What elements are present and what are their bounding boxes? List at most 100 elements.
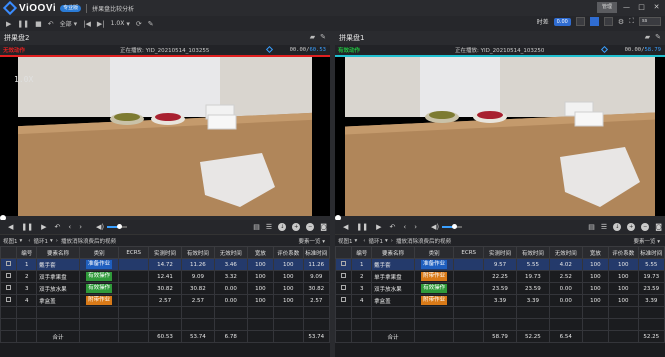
list-icon[interactable]: ☰ (601, 223, 607, 231)
row-checkbox-cell[interactable] (334, 294, 353, 307)
table-row[interactable]: 3 双手放水果 有效操作 30.82 30.82 0.00 100 100 30.82 (0, 282, 331, 295)
pause-all-icon[interactable]: ❚❚ (17, 20, 29, 28)
row-checkbox-cell[interactable] (0, 258, 18, 271)
video-viewport[interactable]: 1.0X (0, 57, 330, 216)
skip-back-icon[interactable]: ◀ (8, 223, 13, 231)
column-header[interactable]: 无效时间 (548, 246, 583, 259)
edit-icon[interactable]: ✎ (655, 33, 661, 41)
row-checkbox-cell[interactable] (334, 270, 353, 283)
column-header[interactable]: 编号 (16, 246, 38, 259)
summary-dropdown[interactable]: 要素一览 ▾ (633, 237, 660, 245)
settings-icon[interactable]: ⚙ (618, 18, 624, 26)
remove-icon[interactable]: − (641, 223, 650, 231)
play-icon[interactable]: ▶ (41, 223, 46, 231)
rewind-icon[interactable]: ↶ (390, 223, 396, 231)
prev-frame-icon[interactable]: |◀ (83, 20, 91, 28)
table-row[interactable]: 1 戴手套 准备作业 14.72 11.26 3.46 100 100 11.26 (0, 258, 331, 271)
column-header[interactable]: ECRS (453, 246, 485, 259)
table-row[interactable]: 2 双手拿果盘 有效操作 12.41 9.09 3.32 100 100 9.09 (0, 270, 331, 283)
edit-icon[interactable]: ✎ (320, 33, 326, 41)
maximize-button[interactable]: □ (636, 2, 647, 13)
row-checkbox-cell[interactable] (0, 294, 18, 307)
row-checkbox-cell[interactable] (0, 282, 18, 295)
video-viewport[interactable] (335, 57, 665, 216)
next-icon[interactable]: › (414, 223, 417, 231)
remove-icon[interactable]: − (306, 223, 315, 231)
close-button[interactable]: ✕ (651, 2, 662, 13)
header-select[interactable] (334, 246, 353, 259)
camera-icon[interactable]: ◙ (655, 223, 662, 231)
row-checkbox-cell[interactable] (334, 258, 353, 271)
column-header[interactable]: 类别 (413, 246, 455, 259)
column-header[interactable]: ECRS (118, 246, 150, 259)
undo-icon[interactable]: ↶ (48, 20, 54, 28)
speed-dropdown[interactable]: 1.0X ▾ (111, 20, 130, 28)
next-icon[interactable]: › (79, 223, 82, 231)
column-header[interactable]: 标准时间 (302, 246, 331, 259)
column-header[interactable]: 类别 (78, 246, 120, 259)
document-icon[interactable]: ▤ (253, 223, 260, 231)
add-icon[interactable]: + (627, 223, 636, 231)
row-checkbox[interactable] (341, 273, 347, 278)
play-icon[interactable]: ▶ (376, 223, 381, 231)
volume-handle[interactable] (452, 224, 458, 229)
row-checkbox[interactable] (6, 297, 12, 302)
header-select[interactable] (0, 246, 18, 259)
column-header[interactable]: 宽放 (581, 246, 610, 259)
row-checkbox[interactable] (6, 261, 12, 266)
view-dropdown[interactable]: 视图1 ▾ (3, 237, 22, 245)
skip-back-icon[interactable]: ◀ (343, 223, 348, 231)
column-header[interactable]: 评价系数 (273, 246, 304, 259)
document-icon[interactable]: ▤ (588, 223, 595, 231)
cycle-description[interactable]: 播放消除浪费后的视频 (61, 237, 116, 245)
stop-all-icon[interactable]: ■ (35, 20, 42, 28)
cycle-prev-icon[interactable]: ‹ (28, 238, 30, 244)
fullscreen-icon[interactable]: ⛶ (629, 17, 634, 26)
volume-control[interactable]: ◀) (431, 223, 463, 231)
column-header[interactable]: 要素名称 (36, 246, 80, 259)
column-header[interactable]: 实测时间 (483, 246, 517, 259)
manage-button[interactable]: 管理 (597, 2, 617, 13)
table-row[interactable]: 2 单手拿果盘 附带作业 22.25 19.73 2.52 100 100 19.73 (334, 270, 665, 283)
column-header[interactable]: 有效时间 (180, 246, 215, 259)
download-icon[interactable]: ↓ (613, 223, 622, 231)
column-header[interactable]: 宽放 (246, 246, 275, 259)
row-checkbox-cell[interactable] (334, 282, 353, 295)
volume-slider[interactable] (107, 224, 128, 229)
folder-icon[interactable]: ▰ (310, 33, 315, 41)
time-offset-value[interactable]: 0.00 (553, 17, 571, 26)
sync-input[interactable]: ss (639, 17, 661, 26)
layout-split-icon[interactable] (589, 17, 599, 26)
table-row[interactable]: 3 双手放水果 有效操作 23.59 23.59 0.00 100 100 23.59 (334, 282, 665, 295)
row-checkbox[interactable] (6, 273, 12, 278)
volume-handle[interactable] (117, 224, 123, 229)
minimize-button[interactable]: — (621, 2, 632, 13)
loop-icon[interactable]: ⟳ (136, 20, 142, 28)
summary-dropdown[interactable]: 要素一览 ▾ (298, 237, 325, 245)
filter-dropdown[interactable]: 全部 ▾ (60, 19, 78, 29)
cycle-next-icon[interactable]: › (56, 238, 58, 244)
cycle-dropdown[interactable]: 循环1 ▾ (33, 237, 52, 245)
rewind-icon[interactable]: ↶ (55, 223, 61, 231)
row-checkbox[interactable] (341, 297, 347, 302)
list-icon[interactable]: ☰ (266, 223, 272, 231)
download-icon[interactable]: ↓ (278, 223, 287, 231)
play-all-icon[interactable]: ▶ (6, 20, 11, 28)
prev-icon[interactable]: ‹ (403, 223, 406, 231)
column-header[interactable]: 无效时间 (213, 246, 248, 259)
cycle-description[interactable]: 播放消除浪费后的视频 (396, 237, 451, 245)
next-frame-icon[interactable]: ▶| (97, 20, 105, 28)
view-dropdown[interactable]: 视图1 ▾ (338, 237, 357, 245)
row-checkbox-cell[interactable] (0, 270, 18, 283)
volume-control[interactable]: ◀) (96, 223, 128, 231)
folder-icon[interactable]: ▰ (645, 33, 650, 41)
pause-icon[interactable]: ❚❚ (21, 223, 33, 231)
layout-list-icon[interactable] (603, 17, 613, 26)
column-header[interactable]: 有效时间 (515, 246, 550, 259)
column-header[interactable]: 实测时间 (148, 246, 182, 259)
prev-icon[interactable]: ‹ (68, 223, 71, 231)
add-icon[interactable]: + (292, 223, 301, 231)
cycle-prev-icon[interactable]: ‹ (363, 238, 365, 244)
row-checkbox[interactable] (341, 285, 347, 290)
column-header[interactable]: 要素名称 (371, 246, 415, 259)
